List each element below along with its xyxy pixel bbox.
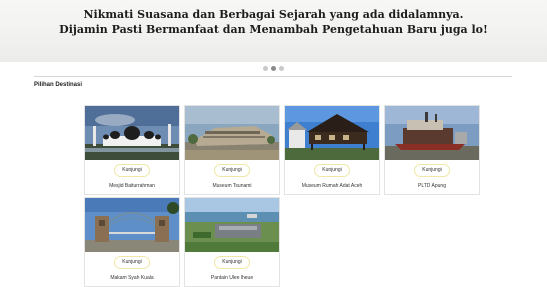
visit-button[interactable]: Kunjungi [114,256,150,269]
destination-card: Kunjungi Mesjid Baiturrahman [84,105,180,195]
destination-name: Museum Rumah Adat Aceh [301,183,363,189]
visit-button[interactable]: Kunjungi [214,164,250,177]
destination-photo-makam [85,198,179,252]
destination-card: Kunjungi Museum Rumah Adat Aceh [284,105,380,195]
destination-card: Kunjungi Museum Tsunami [184,105,280,195]
destination-name: PLTD Apung [418,183,446,189]
visit-button[interactable]: Kunjungi [114,164,150,177]
destination-photo-pltd-apung [385,106,479,160]
destination-grid: Kunjungi Mesjid Baiturrahman Kunjungi Mu… [0,0,547,287]
visit-button[interactable]: Kunjungi [314,164,350,177]
destination-card: Kunjungi Makam Syah Kuala [84,197,180,287]
destination-name: Pantain Ulee lheue [210,275,254,281]
destination-photo-tsunami-museum [185,106,279,160]
destination-card: Kunjungi PLTD Apung [384,105,480,195]
destination-name: Mesjid Baiturrahman [109,183,155,189]
visit-button[interactable]: Kunjungi [214,256,250,269]
visit-button[interactable]: Kunjungi [414,164,450,177]
destination-photo-mosque [85,106,179,160]
destination-photo-beach [185,198,279,252]
destination-photo-rumah-adat [285,106,379,160]
destination-name: Museum Tsunami [212,183,252,189]
destination-name: Makam Syah Kuala [110,275,154,281]
destination-card: Kunjungi Pantain Ulee lheue [184,197,280,287]
